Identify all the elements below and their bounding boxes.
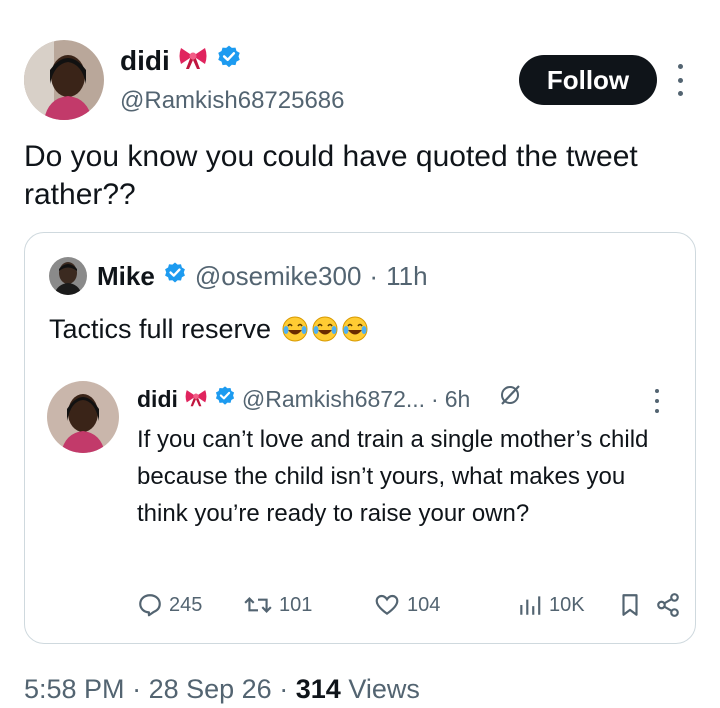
inner-timestamp: 6h	[444, 386, 471, 412]
inner-actions-bar: 245 101 104 10K	[137, 589, 679, 621]
quoted-tweet-text: Tactics full reserve	[49, 314, 272, 344]
laughing-tears-emoji-icon	[282, 316, 308, 342]
heart-icon	[375, 594, 399, 615]
quoted-timestamp: 11h	[386, 261, 428, 291]
more-options-icon[interactable]	[670, 64, 690, 96]
like-count: 104	[407, 593, 441, 616]
author-avatar[interactable]	[24, 40, 104, 120]
laughing-emoji-group	[279, 315, 369, 343]
quoted-author-name: Mike	[97, 261, 155, 291]
verified-badge-icon	[216, 44, 242, 78]
views-count: 314	[295, 674, 341, 704]
separator-dot: ·	[279, 674, 289, 704]
quoted-author-row: Mike @osemike300 · 11h	[97, 259, 428, 293]
tweet-meta: 5:58 PM · 28 Sep 26 · 314 Views	[24, 672, 420, 706]
quoted-tweet-card[interactable]: Mike @osemike300 · 11h Tactics full rese…	[24, 232, 696, 644]
inner-author-avatar	[47, 381, 119, 453]
follow-button[interactable]: Follow	[519, 55, 657, 105]
bookmark-icon	[622, 594, 638, 616]
separator-dot: ·	[431, 386, 439, 412]
reply-action: 245	[137, 589, 202, 621]
inner-tweet-text: If you can’t love and train a single mot…	[137, 426, 649, 527]
author-handle[interactable]: @Ramkish68725686	[120, 86, 345, 116]
bow-icon	[178, 44, 208, 78]
views-label: Views	[348, 674, 420, 704]
bookmark-action	[619, 589, 641, 621]
tweet-text: Do you know you could have quoted the tw…	[24, 140, 638, 211]
like-action: 104	[373, 589, 440, 621]
inner-more-options-icon	[652, 389, 662, 413]
grok-icon	[498, 383, 522, 415]
reply-icon	[139, 594, 161, 617]
views-action: 10K	[517, 589, 585, 621]
tweet-date[interactable]: 28 Sep 26	[149, 674, 272, 704]
author-name[interactable]: didi	[120, 44, 170, 78]
verified-badge-icon	[163, 259, 187, 293]
repost-action: 101	[243, 589, 312, 621]
separator-dot: ·	[132, 674, 142, 704]
inner-author-handle: @Ramkish6872...	[241, 386, 426, 412]
bow-icon	[184, 383, 208, 415]
quoted-author-handle: @osemike300	[194, 261, 362, 291]
laughing-tears-emoji-icon	[312, 316, 338, 342]
quoted-tweet-text-row: Tactics full reserve	[49, 311, 369, 347]
reply-count: 245	[169, 593, 203, 616]
inner-author-name: didi	[137, 386, 178, 412]
laughing-tears-emoji-icon	[342, 316, 368, 342]
author-name-row: didi	[120, 44, 242, 78]
share-icon	[657, 593, 679, 617]
tweet-time[interactable]: 5:58 PM	[24, 674, 125, 704]
verified-badge-icon	[214, 383, 236, 415]
repost-icon	[244, 597, 272, 613]
share-action	[655, 589, 681, 621]
inner-author-row: didi @Ramkish6872... · 6h	[137, 383, 522, 415]
analytics-icon	[520, 596, 541, 615]
separator-dot: ·	[369, 261, 379, 291]
views-count: 10K	[549, 593, 585, 616]
quoted-author-avatar	[49, 257, 87, 295]
repost-count: 101	[279, 593, 313, 616]
